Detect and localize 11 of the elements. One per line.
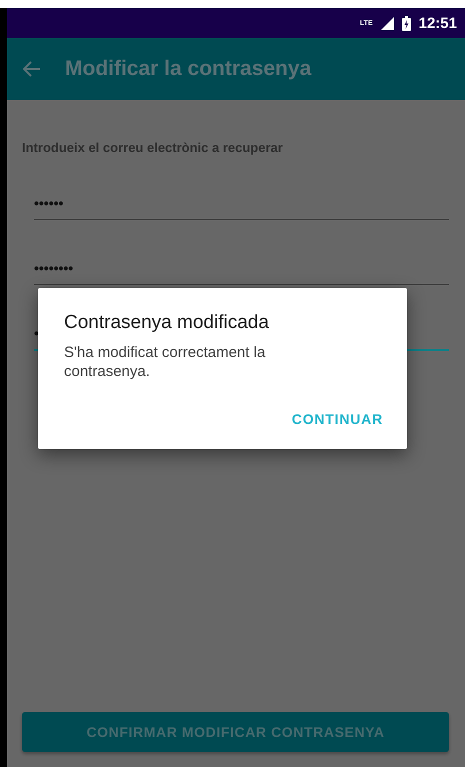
password-field[interactable]: •••••••• — [34, 260, 449, 285]
form-label: Introdueix el correu electrònic a recuperar — [22, 140, 284, 155]
signal-icon — [380, 16, 394, 30]
clock: 12:51 — [418, 14, 457, 32]
dialog-title: Contrasenya modificada — [64, 312, 270, 334]
back-icon[interactable] — [23, 61, 41, 77]
continue-button[interactable]: CONTINUAR — [292, 409, 383, 429]
dialog-message: S'ha modificat correctament la contrasenya. — [64, 343, 266, 381]
password-field[interactable]: •••••• — [34, 195, 449, 220]
screen-title: Modificar la contrasenya — [65, 57, 312, 81]
battery-icon — [402, 16, 411, 30]
